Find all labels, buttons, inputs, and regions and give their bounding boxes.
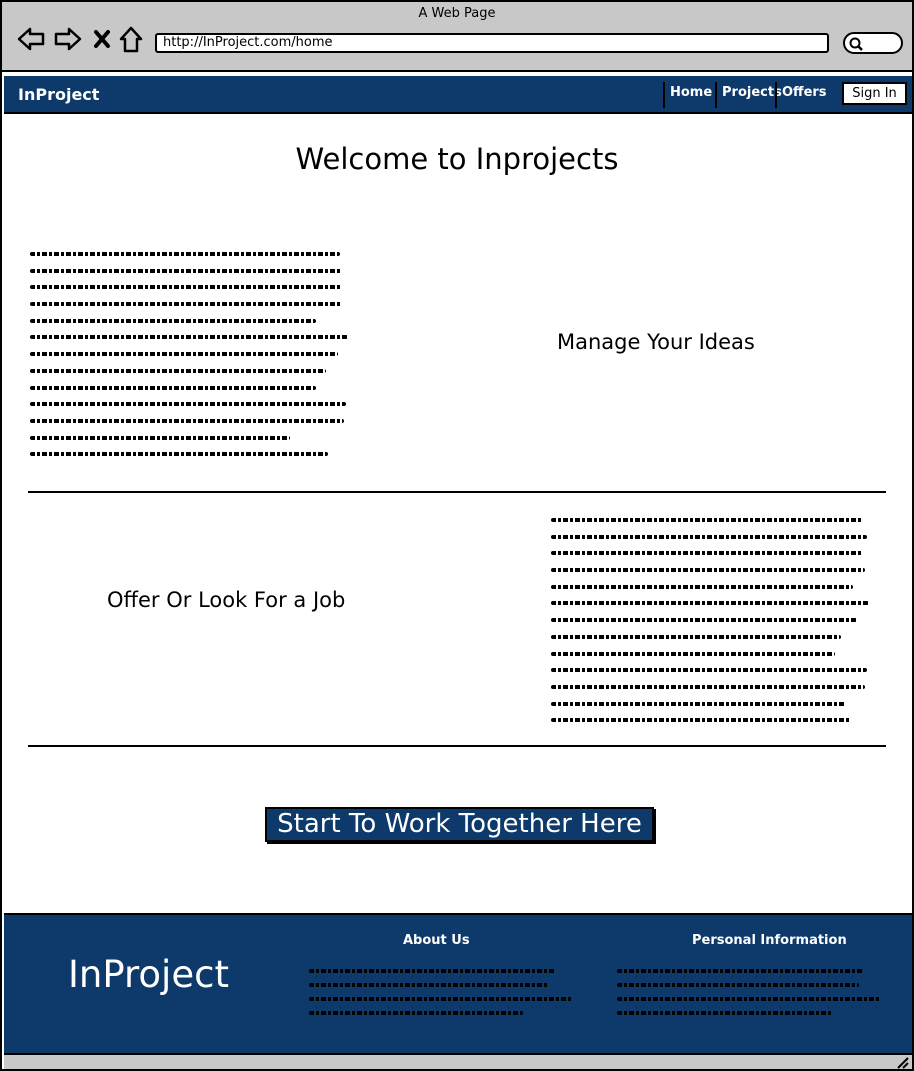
browser-status-bar xyxy=(4,1055,912,1069)
search-icon xyxy=(849,37,863,51)
nav-projects-link[interactable]: Projects xyxy=(715,82,782,108)
start-working-button[interactable]: Start To Work Together Here xyxy=(265,807,654,842)
browser-search-box[interactable] xyxy=(843,32,903,54)
footer-personal-heading: Personal Information xyxy=(692,933,847,948)
footer-about-heading: About Us xyxy=(403,933,470,948)
nav-offers-link[interactable]: Offers xyxy=(775,82,827,108)
feature-manage-ideas-title: Manage Your Ideas xyxy=(557,330,755,354)
browser-window: A Web Page http://InProject.com/home InP… xyxy=(0,0,914,1071)
footer-personal-placeholder-text xyxy=(617,969,881,1025)
section-divider xyxy=(28,745,886,747)
sign-in-button[interactable]: Sign In xyxy=(842,82,907,105)
window-title: A Web Page xyxy=(418,6,496,21)
feature-offer-job-title: Offer Or Look For a Job xyxy=(107,588,346,612)
browser-chrome: A Web Page http://InProject.com/home xyxy=(2,2,912,72)
feature2-placeholder-text xyxy=(551,518,869,735)
forward-arrow-icon[interactable] xyxy=(53,24,83,54)
top-navbar: InProject Home Projects Offers Sign In xyxy=(4,76,912,114)
resize-grip-icon[interactable] xyxy=(894,1055,910,1069)
brand-logo[interactable]: InProject xyxy=(18,85,99,104)
footer-about-placeholder-text xyxy=(309,969,573,1025)
feature1-placeholder-text xyxy=(30,252,348,469)
stop-x-icon[interactable] xyxy=(91,24,121,54)
nav-home-link[interactable]: Home xyxy=(663,82,715,108)
page-title: Welcome to Inprojects xyxy=(295,142,619,176)
url-input[interactable]: http://InProject.com/home xyxy=(155,33,829,53)
home-icon[interactable] xyxy=(118,24,148,54)
back-arrow-icon[interactable] xyxy=(16,24,46,54)
section-divider xyxy=(28,491,886,493)
footer-brand-logo: InProject xyxy=(68,953,229,996)
footer: InProject About Us Personal Information xyxy=(4,913,912,1055)
